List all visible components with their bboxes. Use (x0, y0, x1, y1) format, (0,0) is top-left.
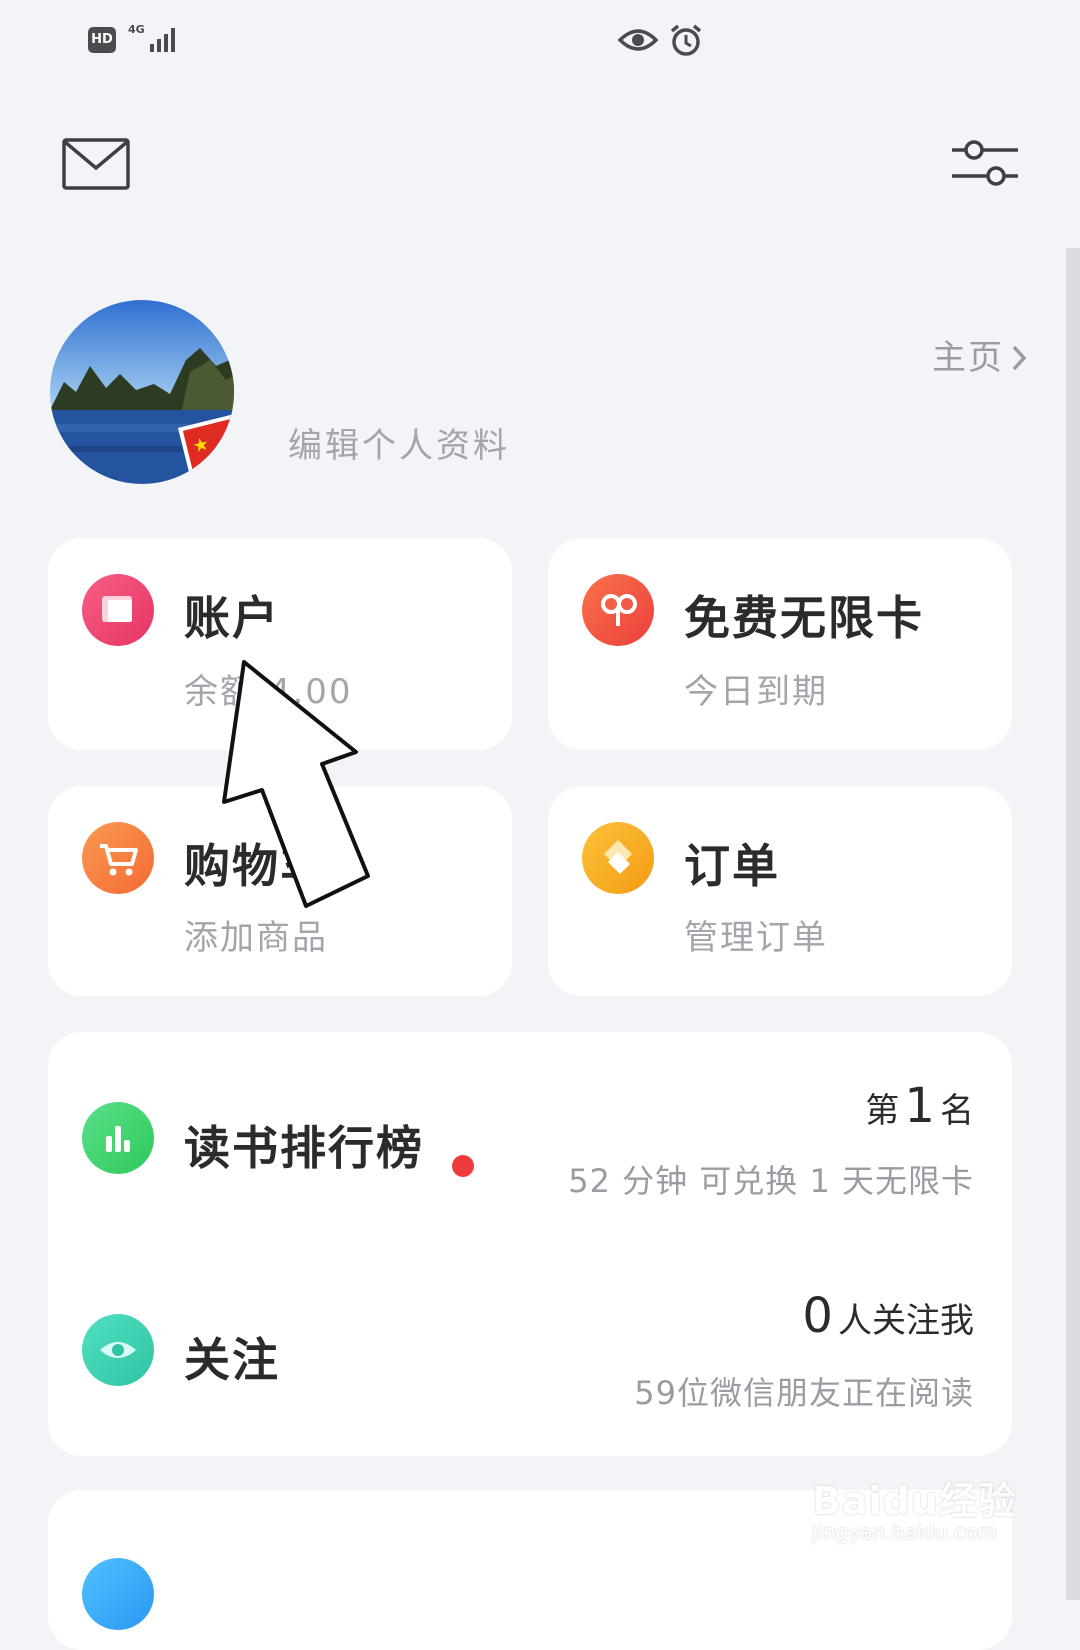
eye-comfort-icon (618, 29, 658, 51)
signal-icon (150, 28, 175, 52)
edit-profile-link[interactable]: 编辑个人资料 (288, 418, 510, 467)
eye-icon (82, 1314, 154, 1386)
account-title: 账户 (184, 591, 280, 645)
cart-subtitle: 添加商品 (184, 918, 328, 958)
rank-value: 1 (904, 1078, 935, 1134)
watermark-url: jingyan.baidu.com (812, 1520, 997, 1544)
orders-subtitle: 管理订单 (684, 918, 828, 958)
unlimited-card-title: 免费无限卡 (684, 591, 924, 645)
follower-count-value: 0 (802, 1288, 833, 1344)
hd-badge: HD (88, 27, 116, 53)
pointer-arrow-annotation (222, 660, 370, 908)
infinity-card-icon (582, 574, 654, 646)
cart-icon (82, 822, 154, 894)
bar-chart-icon (82, 1102, 154, 1174)
home-link[interactable]: 主页 (932, 330, 1030, 379)
unlimited-card-expiry: 今日到期 (684, 672, 828, 712)
alarm-icon (670, 24, 702, 56)
follow-row[interactable]: 关注 0 人关注我 59位微信朋友正在阅读 (48, 1270, 1012, 1450)
partial-item-icon (82, 1558, 154, 1630)
follow-title: 关注 (184, 1333, 280, 1387)
rank-position: 第 1 名 (865, 1078, 974, 1134)
chevron-right-icon (1012, 345, 1027, 371)
orders-card[interactable]: 订单 管理订单 (548, 786, 1012, 996)
scrollbar[interactable] (1066, 248, 1080, 1600)
order-icon (582, 822, 654, 894)
watermark-brand: Baidu经验 (812, 1479, 1017, 1523)
network-type: 4G (128, 23, 145, 36)
reading-rank-title: 读书排行榜 (184, 1121, 424, 1175)
reading-rank-row[interactable]: 读书排行榜 第 1 名 52 分钟 可兑换 1 天无限卡 (48, 1060, 1012, 1240)
follower-count: 0 人关注我 (802, 1288, 974, 1344)
orders-title: 订单 (684, 839, 780, 893)
unlimited-card-card[interactable]: 免费无限卡 今日到期 (548, 538, 1012, 750)
home-link-label: 主页 (932, 338, 1004, 378)
mail-icon[interactable] (62, 138, 130, 190)
wallet-icon (82, 574, 154, 646)
avatar[interactable]: ★ (50, 300, 234, 484)
rank-detail: 52 分钟 可兑换 1 天无限卡 (568, 1162, 974, 1200)
notification-dot (452, 1155, 474, 1177)
filter-sliders-icon[interactable] (952, 136, 1018, 192)
rank-suffix: 名 (940, 1091, 974, 1131)
follower-count-label: 人关注我 (838, 1301, 974, 1341)
rank-prefix: 第 (865, 1091, 900, 1131)
friends-reading-detail: 59位微信朋友正在阅读 (634, 1374, 974, 1412)
